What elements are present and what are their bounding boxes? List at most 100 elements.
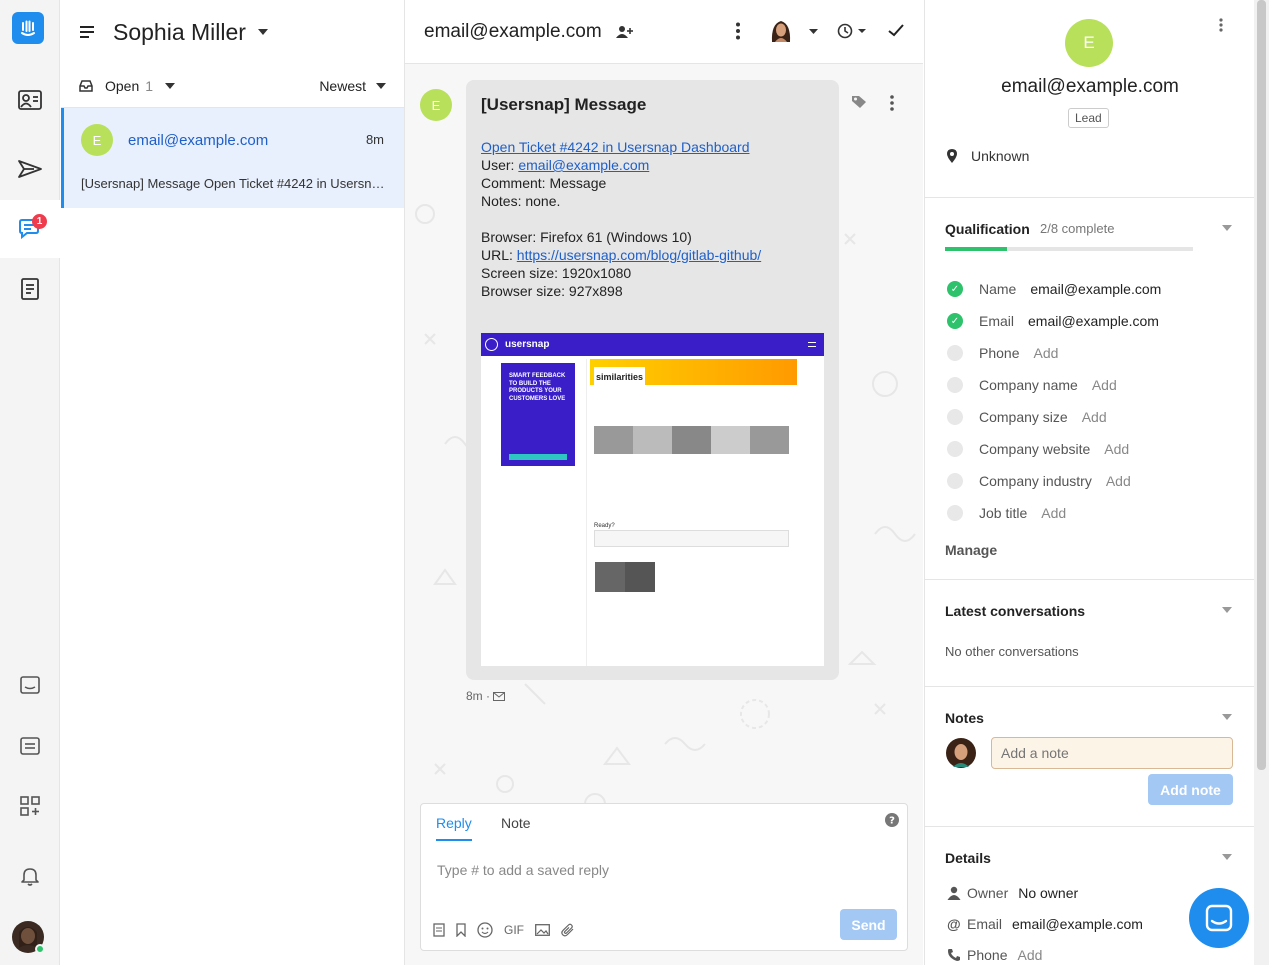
details-collapse-icon[interactable] [1222, 854, 1232, 860]
articles-icon[interactable] [12, 271, 48, 307]
qualification-field-value: email@example.com [1028, 313, 1159, 329]
tab-note[interactable]: Note [501, 815, 531, 839]
help-icon[interactable]: ? [885, 813, 899, 827]
more-options-icon[interactable] [735, 22, 741, 40]
attachment-icon[interactable] [561, 923, 575, 937]
qualification-field-row[interactable]: Company name Add [947, 377, 1117, 393]
tab-reply[interactable]: Reply [436, 815, 472, 841]
latest-conversations-collapse-icon[interactable] [1222, 607, 1232, 613]
messenger-launcher[interactable] [1189, 888, 1249, 948]
qualification-field-label: Company name [979, 377, 1078, 393]
check-empty-icon [947, 377, 963, 393]
notes-line: Notes: none. [481, 193, 561, 209]
notes-collapse-icon[interactable] [1222, 714, 1232, 720]
qualification-field-row[interactable]: ✓ Name email@example.com [947, 281, 1161, 297]
qualification-collapse-icon[interactable] [1222, 225, 1232, 231]
chevron-down-icon[interactable] [809, 29, 818, 34]
saved-reply-icon[interactable] [433, 923, 445, 937]
hamburger-menu-icon[interactable] [79, 25, 95, 39]
qualification-field-label: Company size [979, 409, 1068, 425]
phone-value[interactable]: Add [1017, 947, 1042, 963]
profile-more-icon[interactable] [1219, 18, 1223, 32]
qualification-add-link[interactable]: Add [1041, 505, 1066, 521]
notes-title[interactable]: Notes [945, 710, 984, 726]
svg-text:?: ? [889, 816, 895, 827]
usersnap-logo-icon [485, 338, 498, 351]
scrollbar-thumb[interactable] [1257, 0, 1266, 770]
page-scrollbar[interactable] [1254, 0, 1269, 965]
check-empty-icon [947, 505, 963, 521]
bookmark-icon[interactable] [456, 923, 466, 937]
qualification-field-row[interactable]: Company website Add [947, 441, 1129, 457]
conversation-time: 8m [365, 132, 384, 147]
chevron-down-icon[interactable] [257, 29, 268, 35]
detail-email-row[interactable]: @ Email email@example.com [947, 916, 1143, 932]
qualification-title[interactable]: Qualification [945, 221, 1030, 237]
notifications-bell-icon[interactable] [12, 858, 48, 894]
check-complete-icon: ✓ [947, 281, 963, 297]
manage-qualification-link[interactable]: Manage [945, 542, 997, 558]
emoji-icon[interactable] [477, 922, 493, 938]
gif-button[interactable]: GIF [504, 923, 524, 937]
screenshot-promo: SMART FEEDBACK TO BUILD THE PRODUCTS YOU… [501, 363, 575, 466]
qualification-add-link[interactable]: Add [1033, 345, 1058, 361]
chevron-down-icon[interactable] [376, 82, 386, 89]
detail-phone-row[interactable]: Phone Add [947, 947, 1042, 963]
qualification-add-link[interactable]: Add [1104, 441, 1129, 457]
qualification-field-row[interactable]: Company size Add [947, 409, 1107, 425]
details-title[interactable]: Details [945, 850, 991, 866]
close-conversation-check-icon[interactable] [888, 24, 904, 37]
open-ticket-link[interactable]: Open Ticket #4242 in Usersnap Dashboard [481, 139, 750, 155]
inbox-title[interactable]: Sophia Miller [113, 19, 246, 46]
reply-input[interactable]: Type # to add a saved reply [437, 862, 609, 878]
check-complete-icon: ✓ [947, 313, 963, 329]
qualification-field-row[interactable]: Job title Add [947, 505, 1066, 521]
messages-icon[interactable] [12, 668, 48, 704]
no-conversations-text: No other conversations [945, 644, 1079, 659]
assignee-avatar[interactable] [769, 18, 793, 44]
screenshot-attachment[interactable]: usersnap SMART FEEDBACK TO BUILD THE PRO… [481, 333, 824, 666]
user-avatar[interactable] [11, 920, 45, 954]
qualification-field-row[interactable]: Phone Add [947, 345, 1058, 361]
qualification-field-row[interactable]: ✓ Email email@example.com [947, 313, 1159, 329]
conversation-list-item[interactable]: E email@example.com 8m [Usersnap] Messag… [61, 108, 404, 208]
conversation-panel: email@example.com E [Usersnap] Message O… [405, 0, 923, 965]
qualification-add-link[interactable]: Add [1106, 473, 1131, 489]
image-icon[interactable] [535, 924, 550, 936]
status-filter[interactable]: Open [105, 78, 139, 94]
qualification-add-link[interactable]: Add [1092, 377, 1117, 393]
location-value: Unknown [971, 148, 1030, 164]
add-note-button[interactable]: Add note [1148, 774, 1233, 805]
qualification-field-label: Name [979, 281, 1017, 297]
page-url-link[interactable]: https://usersnap.com/blog/gitlab-github/ [517, 247, 761, 263]
sort-dropdown[interactable]: Newest [319, 78, 366, 94]
chevron-down-icon[interactable] [165, 82, 176, 89]
contacts-icon[interactable] [12, 82, 48, 118]
user-email-link[interactable]: email@example.com [518, 157, 649, 173]
qualification-field-value: email@example.com [1030, 281, 1162, 297]
message-sender-avatar: E [420, 89, 452, 121]
inbox-panel: Sophia Miller Open 1 Newest E email@exam… [61, 0, 405, 965]
qualification-progress-bar [945, 247, 1193, 251]
add-participant-icon[interactable] [615, 25, 634, 39]
inbox-chat-icon[interactable]: 1 [12, 211, 48, 247]
profile-avatar: E [1065, 19, 1113, 67]
qualification-field-row[interactable]: Company industry Add [947, 473, 1131, 489]
qualification-add-link[interactable]: Add [1082, 409, 1107, 425]
intercom-logo-icon[interactable] [12, 12, 44, 44]
snooze-clock-icon[interactable] [837, 23, 867, 39]
message-more-icon[interactable] [889, 95, 895, 111]
send-button[interactable]: Send [840, 909, 897, 940]
message-time: 8m · [466, 689, 490, 703]
reports-icon[interactable] [12, 728, 48, 764]
outbound-send-icon[interactable] [12, 151, 48, 187]
screenshot-heading: similarities [594, 367, 646, 387]
email-label: Email [967, 916, 1003, 932]
conversation-title: email@example.com [424, 20, 602, 42]
note-input[interactable] [991, 737, 1233, 769]
tag-icon[interactable] [851, 95, 867, 109]
phone-label: Phone [967, 947, 1008, 963]
detail-owner-row[interactable]: Owner No owner [947, 885, 1078, 901]
latest-conversations-title[interactable]: Latest conversations [945, 603, 1085, 619]
apps-grid-icon[interactable] [12, 788, 48, 824]
